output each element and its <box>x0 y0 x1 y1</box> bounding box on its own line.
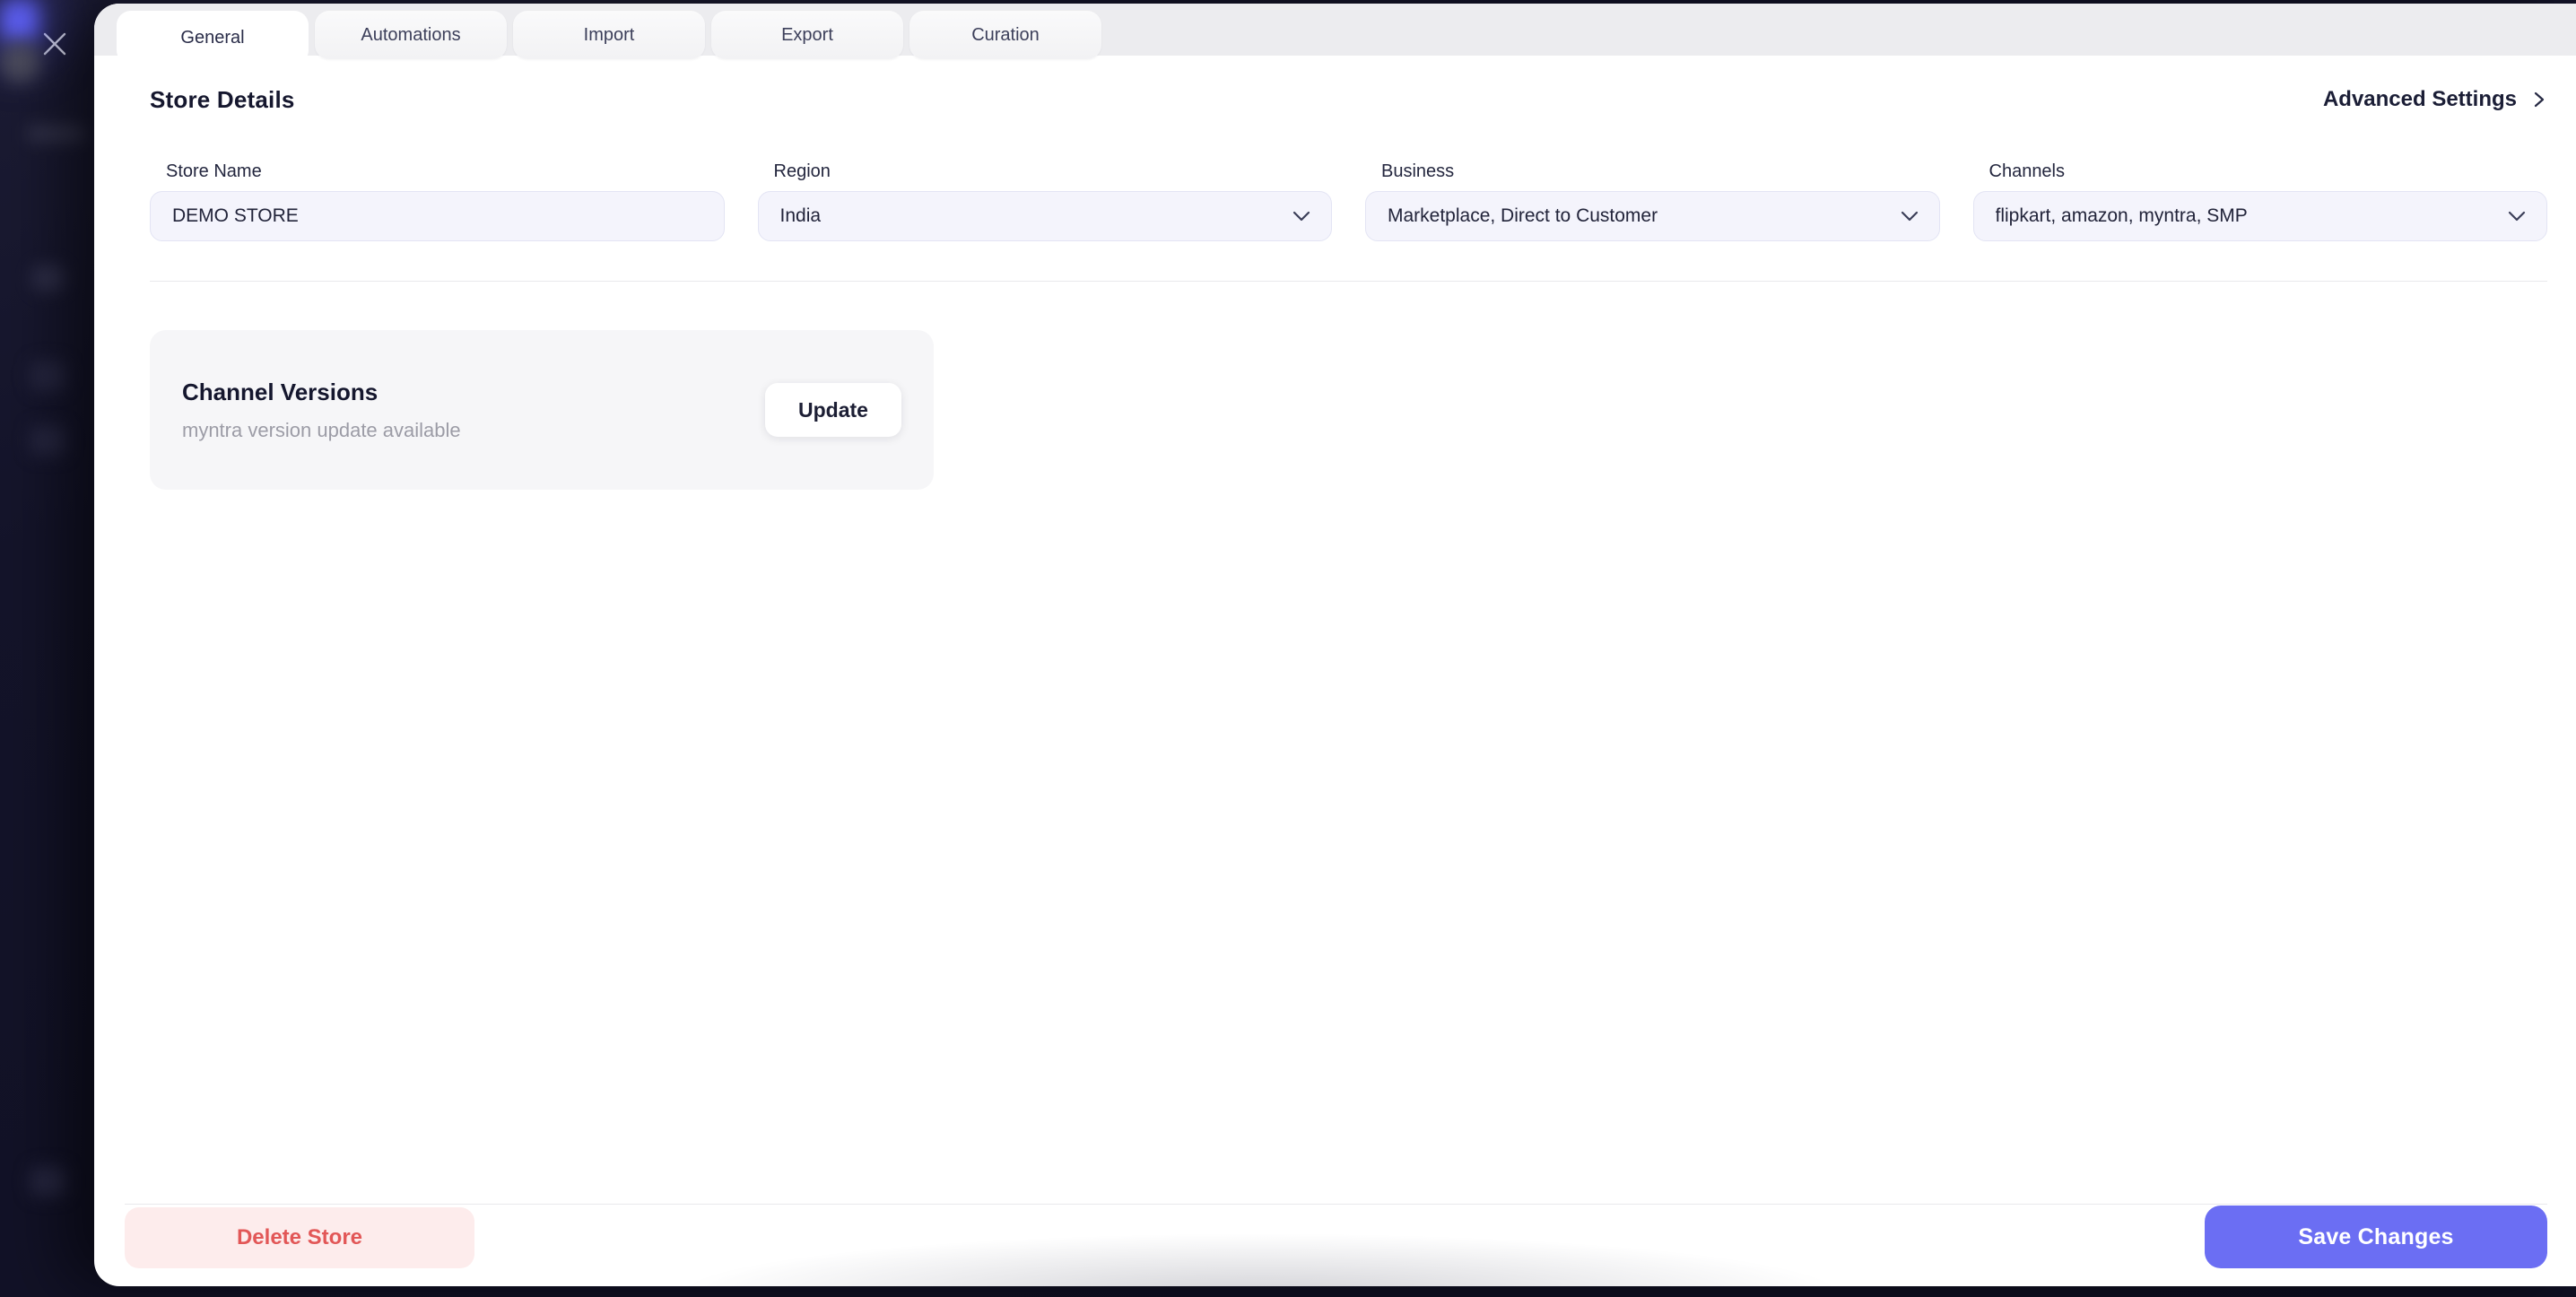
sidebar-item-icon[interactable] <box>30 361 66 391</box>
advanced-settings-link[interactable]: Advanced Settings <box>2323 87 2547 112</box>
chevron-right-icon <box>2534 91 2545 108</box>
tab-export[interactable]: Export <box>711 11 903 59</box>
sidebar-blurred-label <box>27 126 86 142</box>
app-sidebar <box>0 0 100 1297</box>
section-divider <box>150 281 2547 282</box>
region-select[interactable]: India <box>757 191 1332 241</box>
store-settings-modal: General Automations Import Export Curati… <box>94 4 2576 1286</box>
chevron-down-icon <box>1901 211 1918 222</box>
footer-actions: Delete Store Save Changes <box>125 1204 2547 1268</box>
business-label: Business <box>1381 161 1455 181</box>
tab-panel-general: Store Details Advanced Settings Store Na… <box>94 56 2576 1286</box>
channel-versions-subtitle: myntra version update available <box>182 418 461 441</box>
sidebar-item-icon[interactable] <box>32 265 65 292</box>
advanced-settings-label: Advanced Settings <box>2322 87 2517 111</box>
business-value: Marketplace, Direct to Customer <box>1388 205 1658 226</box>
avatar[interactable] <box>0 41 41 83</box>
page-title: Store Details <box>150 85 295 113</box>
tab-bar: General Automations Import Export Curati… <box>94 4 2576 65</box>
delete-store-button[interactable]: Delete Store <box>125 1207 474 1268</box>
sidebar-active-item-glow[interactable] <box>0 0 39 41</box>
region-field-group: Region India <box>757 161 1332 241</box>
channel-versions-title: Channel Versions <box>182 378 379 405</box>
channels-select[interactable]: flipkart, amazon, myntra, SMP <box>1972 191 2547 241</box>
chevron-down-icon <box>1292 211 1310 222</box>
sidebar-item-icon[interactable] <box>30 425 66 456</box>
store-name-label: Store Name <box>166 161 262 181</box>
business-select[interactable]: Marketplace, Direct to Customer <box>1365 191 1940 241</box>
tab-automations[interactable]: Automations <box>315 11 507 59</box>
tab-curation[interactable]: Curation <box>909 11 1101 59</box>
tab-import[interactable]: Import <box>513 11 705 59</box>
channel-versions-card: Channel Versions myntra version update a… <box>150 330 934 490</box>
region-value: India <box>779 205 822 226</box>
store-name-input[interactable] <box>150 191 725 241</box>
channels-label: Channels <box>1989 161 2066 181</box>
update-button[interactable]: Update <box>765 383 901 437</box>
close-icon <box>43 32 66 56</box>
channels-field-group: Channels flipkart, amazon, myntra, SMP <box>1972 161 2547 241</box>
channels-value: flipkart, amazon, myntra, SMP <box>1995 205 2248 226</box>
store-name-field-group: Store Name <box>150 161 725 241</box>
business-field-group: Business Marketplace, Direct to Customer <box>1365 161 1940 241</box>
region-label: Region <box>773 161 831 181</box>
save-changes-button[interactable]: Save Changes <box>2205 1206 2547 1268</box>
sidebar-item-icon[interactable] <box>30 1166 66 1197</box>
chevron-down-icon <box>2508 211 2526 222</box>
close-button[interactable] <box>39 30 70 58</box>
